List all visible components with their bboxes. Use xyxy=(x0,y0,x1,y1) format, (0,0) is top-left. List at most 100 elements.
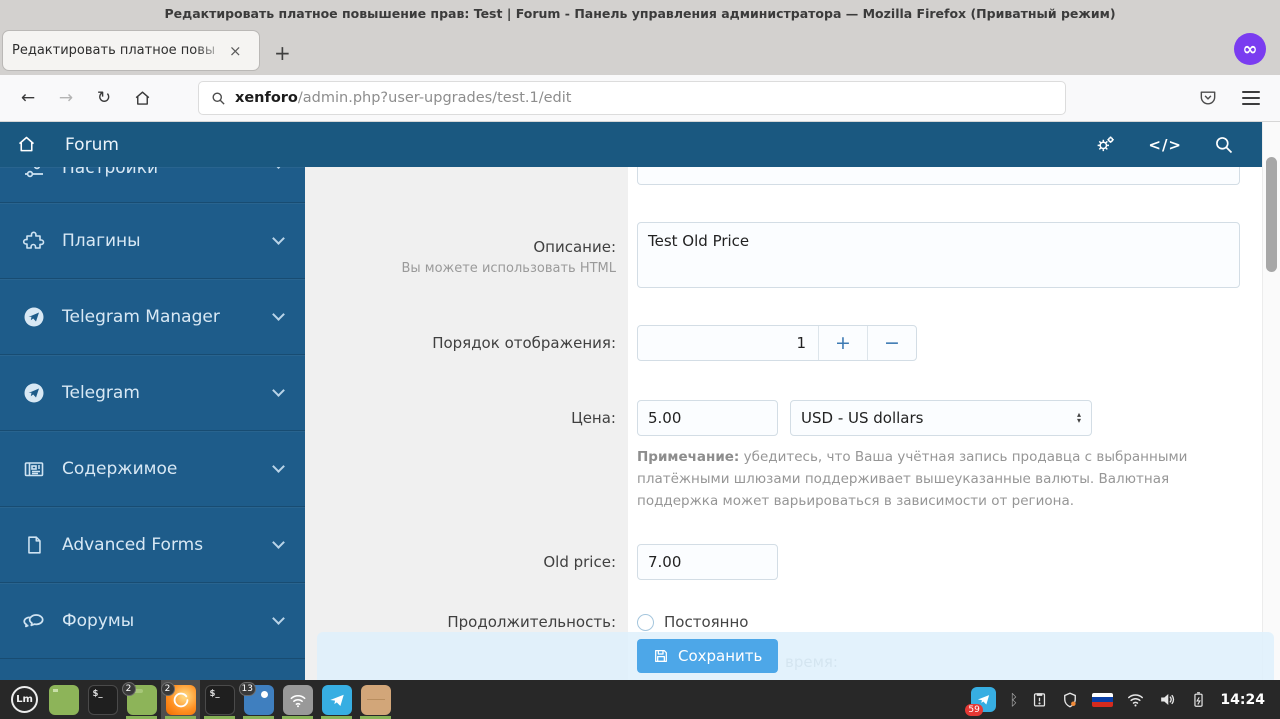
terminal-icon: $_ xyxy=(204,684,235,715)
sidebar-item-content[interactable]: Содержимое xyxy=(0,431,305,507)
mint-menu-button[interactable]: Lm xyxy=(5,680,44,719)
shield-update-icon[interactable] xyxy=(1061,691,1079,709)
admin-search-icon[interactable] xyxy=(1214,135,1234,155)
terminal-icon: $_ xyxy=(87,684,118,715)
code-icon[interactable]: </> xyxy=(1148,136,1182,154)
taskbar-desktop-button[interactable] xyxy=(44,680,83,719)
sidebar-item-telegram[interactable]: Telegram xyxy=(0,355,305,431)
pocket-icon[interactable] xyxy=(1198,88,1218,108)
description-label: Описание: xyxy=(533,238,616,256)
sidebar-item-settings[interactable]: Настройки xyxy=(0,167,305,203)
form-area: Описание: Вы можете использовать HTML Te… xyxy=(305,167,1280,680)
row-partial xyxy=(305,167,1280,185)
currency-select[interactable]: USD - US dollars ▴ ▾ xyxy=(790,400,1092,436)
url-path: /admin.php?user-upgrades/test.1/edit xyxy=(297,90,572,106)
row-price: Цена: USD - US dollars ▴▾ xyxy=(305,400,1280,436)
taskbar-clock[interactable]: 14:24 xyxy=(1220,692,1265,708)
description-textarea[interactable]: Test Old Price xyxy=(637,222,1240,288)
forum-brand[interactable]: Forum xyxy=(65,135,119,155)
url-bar[interactable]: xenforo/admin.php?user-upgrades/test.1/e… xyxy=(198,81,1066,115)
wifi-app-icon xyxy=(282,684,313,715)
toolbar-right xyxy=(1198,88,1268,108)
price-input[interactable] xyxy=(637,400,778,436)
chevron-down-icon xyxy=(272,383,285,397)
scrollbar-thumb[interactable] xyxy=(1266,157,1277,272)
row-duration: Продолжительность: Постоянно xyxy=(305,613,1280,631)
settings-gears-icon[interactable] xyxy=(1095,134,1116,155)
forward-button[interactable]: → xyxy=(50,82,82,114)
private-browsing-icon: ∞ xyxy=(1234,33,1266,65)
display-order-label: Порядок отображения: xyxy=(432,334,616,352)
volume-icon[interactable] xyxy=(1158,690,1177,709)
files-window-count-badge: 2 xyxy=(121,681,136,696)
taskbar-files-window[interactable]: 2 xyxy=(121,680,161,719)
taskbar-chat-window[interactable]: 13 xyxy=(238,680,278,719)
puzzle-icon xyxy=(20,229,47,253)
chat-app-icon: 13 xyxy=(238,681,274,715)
file-icon xyxy=(20,534,47,556)
admin-home-icon[interactable] xyxy=(16,134,37,155)
clipboard-icon[interactable] xyxy=(1031,691,1048,708)
decrement-button[interactable]: − xyxy=(867,326,916,360)
page-body: Настройки Плагины Telegram Manager Teleg… xyxy=(0,167,1280,680)
keyboard-layout-flag-ru[interactable] xyxy=(1092,692,1114,707)
notes-icon xyxy=(360,684,391,715)
chat-bubbles-icon xyxy=(20,608,47,634)
taskbar-firefox-window[interactable]: 2 xyxy=(160,680,200,719)
sidebar-item-telegram-manager[interactable]: Telegram Manager xyxy=(0,279,305,355)
wifi-status-icon[interactable] xyxy=(1126,690,1145,709)
taskbar-terminal-launcher[interactable]: $_ xyxy=(83,680,122,719)
tab-strip: Редактировать платное повы × + ∞ xyxy=(0,26,1280,75)
save-bar: Сохранить xyxy=(317,632,1274,680)
chevron-down-icon xyxy=(272,535,285,549)
save-button-label: Сохранить xyxy=(678,647,763,665)
browser-tab[interactable]: Редактировать платное повы × xyxy=(2,30,260,71)
select-arrows-icon: ▴ ▾ xyxy=(1076,410,1081,425)
permanent-radio-label: Постоянно xyxy=(664,613,749,631)
telegram-icon xyxy=(20,381,47,405)
increment-button[interactable]: + xyxy=(818,326,867,360)
menu-icon[interactable] xyxy=(1242,91,1260,105)
chevron-down-icon xyxy=(272,611,285,625)
chevron-down-icon xyxy=(272,459,285,473)
back-button[interactable]: ← xyxy=(12,82,44,114)
admin-header: Forum </> xyxy=(0,122,1262,167)
tray-telegram-icon[interactable]: 59 xyxy=(965,687,997,716)
taskbar-notes-window[interactable] xyxy=(356,680,395,719)
old-price-input[interactable] xyxy=(637,544,778,580)
bluetooth-icon[interactable]: ᛒ xyxy=(1009,691,1018,709)
sidebar-item-plugins[interactable]: Плагины xyxy=(0,203,305,279)
search-icon xyxy=(212,92,225,105)
sliders-icon xyxy=(20,167,47,182)
taskbar-terminal-window[interactable]: $_ xyxy=(200,680,239,719)
sidebar-item-label: Настройки xyxy=(62,167,159,178)
currency-value: USD - US dollars xyxy=(801,409,924,427)
sidebar-item-forums[interactable]: Форумы xyxy=(0,583,305,659)
row-old-price: Old price: xyxy=(305,544,1280,580)
tab-title: Редактировать платное повы xyxy=(12,43,216,58)
taskbar: Lm $_ 2 2 $_ 13 59 ᛒ 14:24 xyxy=(0,680,1280,719)
page-scrollbar[interactable] xyxy=(1262,122,1280,680)
new-tab-button[interactable]: + xyxy=(274,43,291,63)
save-button[interactable]: Сохранить xyxy=(637,639,779,673)
price-note: Примечание: убедитесь, что Ваша учётная … xyxy=(637,446,1241,512)
partial-input[interactable] xyxy=(637,167,1240,185)
home-button[interactable] xyxy=(126,82,158,114)
sidebar-item-label: Содержимое xyxy=(62,458,178,479)
reload-button[interactable]: ↻ xyxy=(88,82,120,114)
sidebar-item-advanced-forms[interactable]: Advanced Forms xyxy=(0,507,305,583)
mint-logo-icon: Lm xyxy=(11,686,38,713)
chevron-down-icon xyxy=(272,307,285,321)
display-order-input[interactable]: 1 xyxy=(638,326,818,360)
tab-close-icon[interactable]: × xyxy=(227,42,244,60)
battery-charging-icon[interactable] xyxy=(1190,691,1207,708)
taskbar-network-window[interactable] xyxy=(278,680,317,719)
telegram-unread-badge: 59 xyxy=(965,704,983,716)
taskbar-telegram-window[interactable] xyxy=(317,680,356,719)
chat-count-badge: 13 xyxy=(238,681,256,696)
firefox-icon: 2 xyxy=(160,681,196,715)
old-price-label: Old price: xyxy=(543,553,616,571)
permanent-radio[interactable] xyxy=(637,613,654,631)
chevron-down-icon xyxy=(272,231,285,245)
save-icon xyxy=(655,650,667,662)
